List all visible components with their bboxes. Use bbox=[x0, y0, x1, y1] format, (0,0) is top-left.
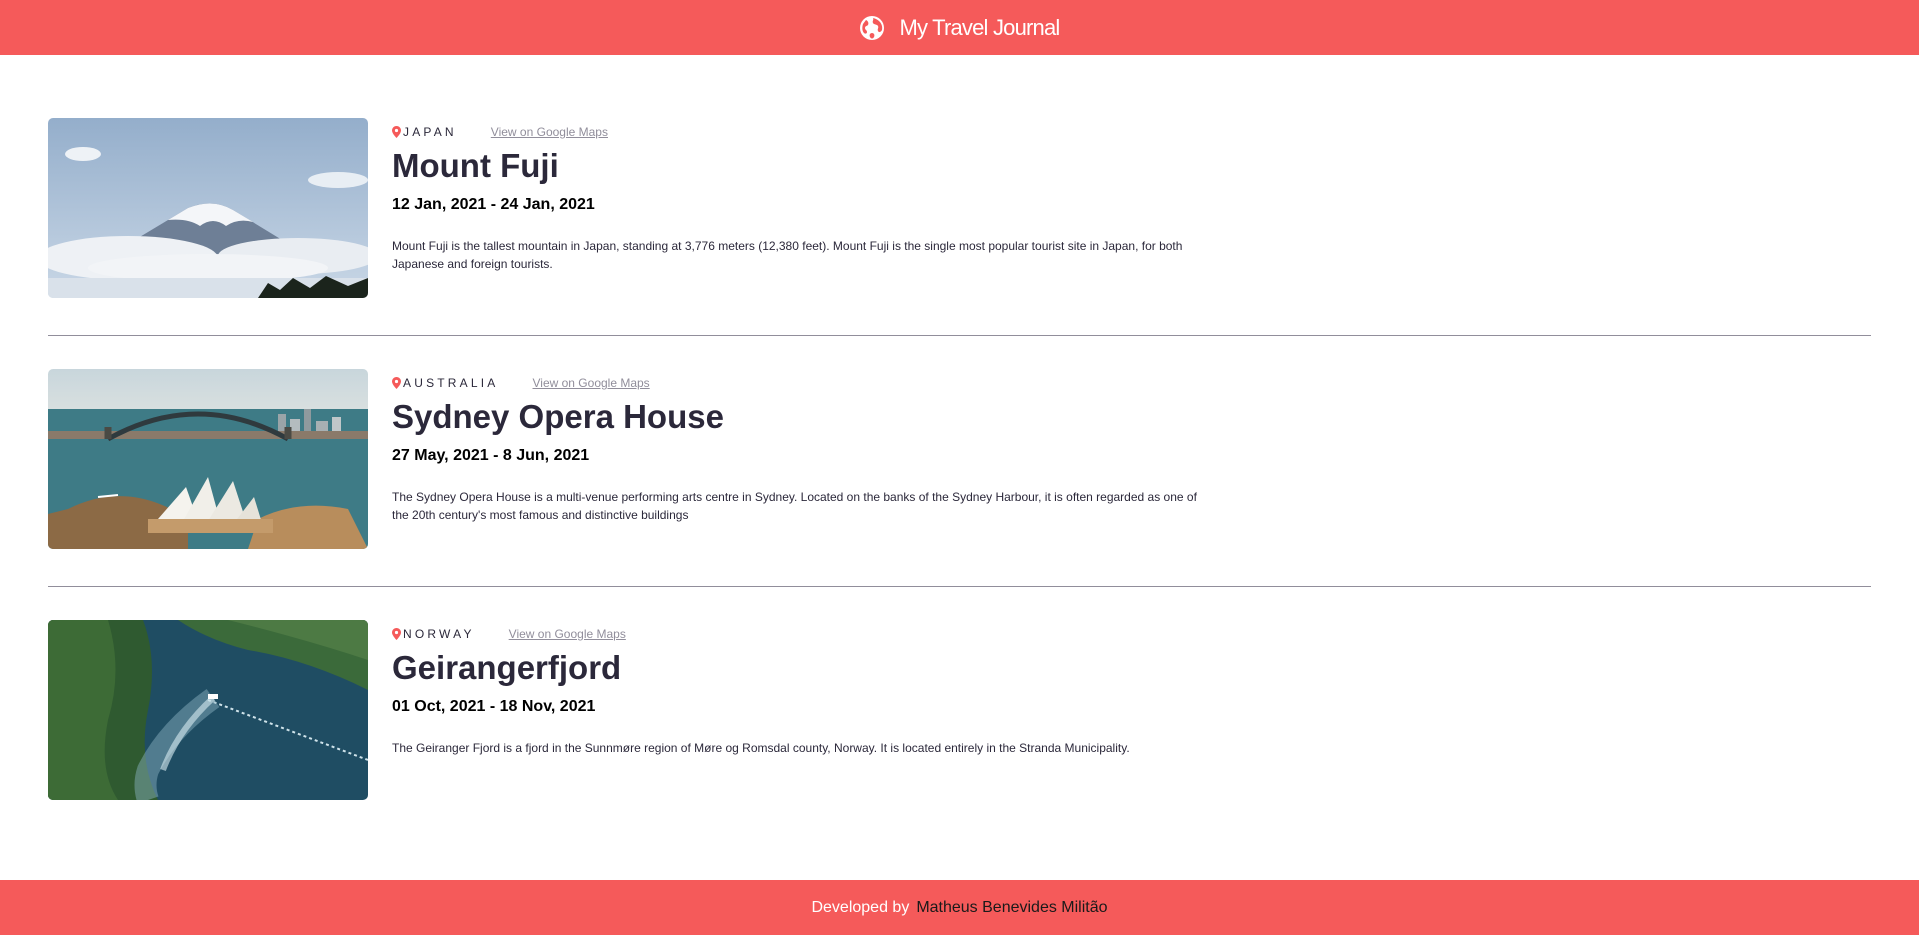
footer-prefix: Developed by bbox=[811, 898, 910, 916]
entry-location: NORWAY bbox=[403, 627, 475, 641]
entry-photo-geirangerfjord bbox=[48, 620, 368, 800]
location-row: AUSTRALIA View on Google Maps bbox=[392, 376, 1212, 390]
entry-info: JAPAN View on Google Maps Mount Fuji 12 … bbox=[392, 118, 1212, 273]
entry-dates: 27 May, 2021 - 8 Jun, 2021 bbox=[392, 447, 590, 464]
entry-title: Sydney Opera House bbox=[392, 398, 724, 435]
entry-divider bbox=[48, 586, 1871, 587]
entry-photo-sydney-opera-house bbox=[48, 369, 368, 549]
entry-dates: 12 Jan, 2021 - 24 Jan, 2021 bbox=[392, 196, 595, 213]
entry-description: The Geiranger Fjord is a fjord in the Su… bbox=[392, 741, 1130, 755]
location-pin-icon bbox=[392, 126, 401, 138]
app-footer: Developed by Matheus Benevides Militão bbox=[0, 880, 1919, 935]
entry-info: AUSTRALIA View on Google Maps Sydney Ope… bbox=[392, 369, 1212, 524]
app-header: My Travel Journal bbox=[0, 0, 1919, 55]
journal-list: JAPAN View on Google Maps Mount Fuji 12 … bbox=[0, 55, 1919, 800]
google-maps-link[interactable]: View on Google Maps bbox=[509, 627, 626, 641]
entry-divider bbox=[48, 335, 1871, 336]
entry-description: The Sydney Opera House is a multi-venue … bbox=[392, 490, 1197, 522]
location-row: JAPAN View on Google Maps bbox=[392, 125, 1212, 139]
entry-info: NORWAY View on Google Maps Geirangerfjor… bbox=[392, 620, 1212, 757]
google-maps-link[interactable]: View on Google Maps bbox=[533, 376, 650, 390]
globe-icon bbox=[860, 15, 885, 40]
journal-entry: NORWAY View on Google Maps Geirangerfjor… bbox=[48, 620, 1871, 800]
entry-location: JAPAN bbox=[403, 125, 457, 139]
entry-photo-mount-fuji bbox=[48, 118, 368, 298]
journal-entry: JAPAN View on Google Maps Mount Fuji 12 … bbox=[48, 118, 1871, 298]
entry-title: Mount Fuji bbox=[392, 147, 559, 184]
entry-location: AUSTRALIA bbox=[403, 376, 499, 390]
journal-entry: AUSTRALIA View on Google Maps Sydney Ope… bbox=[48, 369, 1871, 549]
location-row: NORWAY View on Google Maps bbox=[392, 627, 1212, 641]
entry-title: Geirangerfjord bbox=[392, 649, 622, 686]
location-pin-icon bbox=[392, 628, 401, 640]
entry-description: Mount Fuji is the tallest mountain in Ja… bbox=[392, 239, 1183, 271]
footer-author: Matheus Benevides Militão bbox=[916, 898, 1108, 916]
app-title: My Travel Journal bbox=[899, 14, 1060, 40]
google-maps-link[interactable]: View on Google Maps bbox=[491, 125, 608, 139]
entry-dates: 01 Oct, 2021 - 18 Nov, 2021 bbox=[392, 698, 596, 715]
location-pin-icon bbox=[392, 377, 401, 389]
